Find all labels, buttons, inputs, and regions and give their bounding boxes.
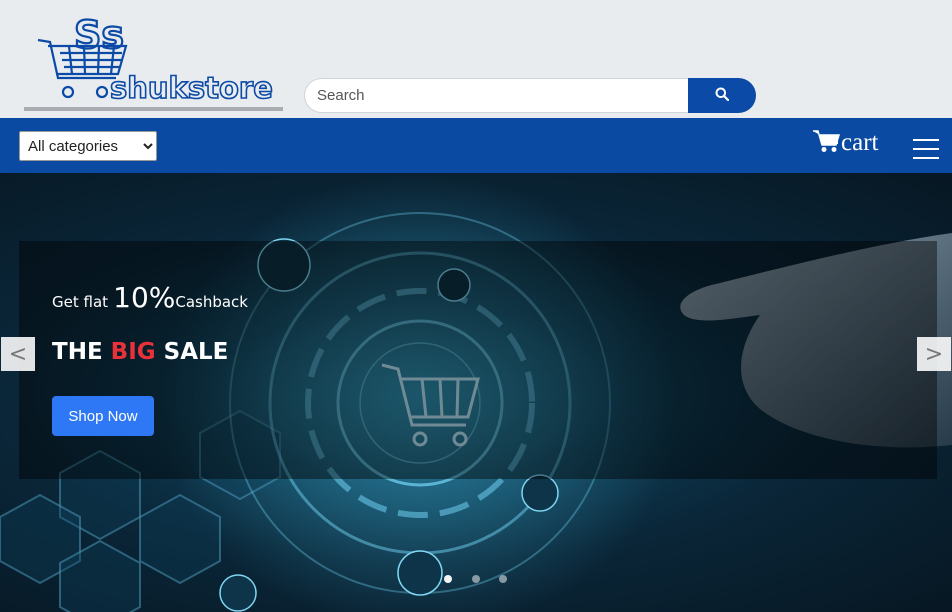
tagline-prefix: Get flat	[52, 293, 109, 311]
search-form	[304, 78, 756, 113]
carousel-dot-1[interactable]	[444, 575, 452, 583]
shop-now-button[interactable]: Shop Now	[52, 396, 154, 436]
search-input[interactable]	[304, 78, 689, 113]
cart-link[interactable]: cart	[813, 128, 878, 158]
hero-carousel: Get flat 10%Cashback THE BIG SALE Shop N…	[0, 173, 952, 612]
headline-accent: BIG	[110, 339, 156, 365]
slide-tagline: Get flat 10%Cashback	[52, 281, 248, 314]
tagline-suffix: Cashback	[175, 293, 248, 311]
headline-post: SALE	[163, 339, 229, 365]
svg-text:shukstore: shukstore	[110, 71, 273, 105]
search-icon	[715, 87, 730, 104]
tagline-value: 10%	[113, 281, 176, 314]
search-button[interactable]	[688, 78, 756, 113]
hamburger-menu-icon[interactable]	[911, 135, 941, 163]
carousel-dot-3[interactable]	[499, 575, 507, 583]
slide-headline: THE BIG SALE	[52, 339, 228, 365]
carousel-prev-button[interactable]: <	[1, 337, 35, 371]
headline-pre: THE	[52, 339, 103, 365]
site-logo[interactable]: Ss shukstore	[24, 12, 283, 111]
carousel-dot-2[interactable]	[472, 575, 480, 583]
category-nav-bar: All categories cart	[0, 118, 952, 173]
cart-icon	[813, 129, 841, 158]
site-header: Ss shukstore	[0, 0, 952, 118]
carousel-next-button[interactable]: >	[917, 337, 951, 371]
cart-label: cart	[841, 129, 879, 156]
category-select[interactable]: All categories	[19, 131, 157, 161]
